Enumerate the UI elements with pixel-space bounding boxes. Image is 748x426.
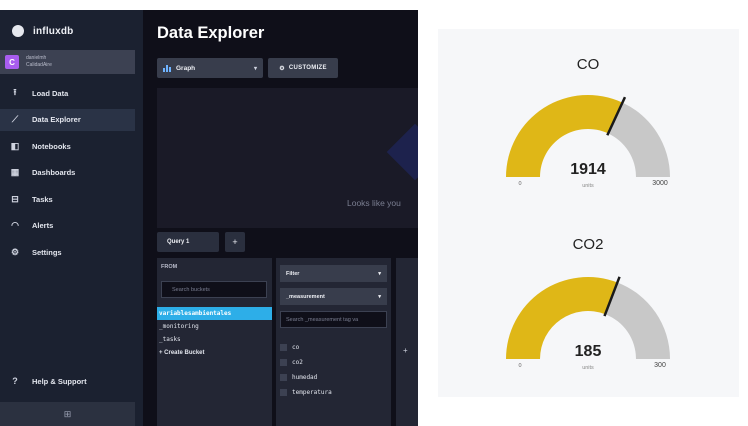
notebook-icon: ◧: [10, 140, 20, 151]
sidebar-item-dashboards[interactable]: ▦ Dashboards: [0, 162, 135, 184]
gear-icon: ⚙: [279, 65, 285, 72]
empty-graph-illustration: [386, 123, 418, 181]
checkbox[interactable]: [280, 389, 287, 396]
tag-label: co2: [292, 359, 303, 366]
sidebar-item-load-data[interactable]: ⭱ Load Data: [0, 82, 135, 104]
upload-icon: ⭱: [13, 87, 17, 97]
tab-query-1[interactable]: Query 1: [157, 232, 219, 252]
from-label: FROM: [161, 264, 178, 270]
from-panel: FROM Search buckets variablesambientales…: [157, 258, 272, 426]
gauge-remaining-arc: [605, 282, 670, 359]
tag-list: co co2 humedad temperatura: [280, 340, 387, 400]
sidebar-item-data-explorer[interactable]: ⟋ Data Explorer: [0, 108, 135, 131]
sidebar-item-tasks[interactable]: ⊟ Tasks: [0, 188, 135, 210]
sidebar-item-notebooks[interactable]: ◧ Notebooks: [0, 135, 135, 157]
org-user: danielmh: [26, 55, 47, 61]
dashboard-icon: ▦: [10, 167, 20, 177]
collapse-icon: ⊞: [63, 408, 72, 419]
sidebar-item-alerts[interactable]: ◠ Alerts: [0, 215, 135, 237]
add-filter-button[interactable]: +: [403, 346, 408, 355]
sidebar-item-label: Notebooks: [32, 141, 71, 151]
graph-area: Looks like you: [157, 88, 418, 228]
empty-graph-message: Looks like you: [347, 198, 401, 208]
tag-item[interactable]: co2: [280, 355, 387, 370]
calendar-icon: ⊟: [11, 193, 19, 204]
sidebar-nav: ⭱ Load Data ⟋ Data Explorer ◧ Notebooks ▦ Dashb…: [0, 82, 135, 268]
influxdb-window: influxdb C danielmh CalidadAire ⭱ Load Da…: [0, 10, 418, 426]
visualization-type-dropdown[interactable]: Graph ▾: [157, 58, 263, 78]
gauge-min-label: 0: [518, 363, 521, 369]
create-bucket-button[interactable]: + Create Bucket: [157, 346, 272, 359]
gauge-title: CO2: [573, 236, 604, 253]
gauge-max-label: 300: [654, 362, 666, 369]
checkbox[interactable]: [280, 359, 287, 366]
sidebar-item-label: Alerts: [32, 221, 54, 230]
gauge-co: CO 1914 units 0 3000: [506, 56, 670, 189]
screenshot-root: influxdb C danielmh CalidadAire ⭱ Load Da…: [0, 0, 748, 426]
graph-icon: ⟋: [11, 114, 19, 124]
sidebar-item-settings[interactable]: ⚙ Settings: [0, 241, 135, 263]
measurement-search-input[interactable]: Search _measurement tag va: [280, 311, 387, 328]
brand-name: influxdb: [33, 25, 74, 37]
gauge-unit: units: [582, 365, 594, 371]
gauge-value: 185: [575, 343, 602, 360]
filter-dropdown[interactable]: Filter ▾: [280, 265, 387, 282]
bucket-item[interactable]: _monitoring: [157, 320, 272, 333]
influxdb-logo-icon: [12, 25, 24, 37]
gauge-co2: CO2 185 units 0 300: [506, 236, 670, 371]
customize-button[interactable]: ⚙ CUSTOMIZE: [268, 58, 338, 78]
org-switcher[interactable]: C danielmh CalidadAire: [0, 50, 135, 74]
measurement-key-dropdown[interactable]: _measurement ▾: [280, 288, 387, 305]
gauge-panel: CO 1914 units 0 3000 CO2 185 units 0 300: [438, 29, 739, 397]
checkbox[interactable]: [280, 344, 287, 351]
sidebar-item-label: Tasks: [32, 194, 53, 204]
sidebar-item-label: Load Data: [32, 88, 69, 98]
gauge-value: 1914: [570, 161, 606, 178]
help-label: Help & Support: [32, 376, 87, 386]
sidebar-item-label: Settings: [32, 247, 62, 257]
measurement-label: _measurement: [286, 293, 325, 300]
bucket-list: variablesambientales _monitoring _tasks + C…: [157, 307, 272, 359]
org-name: CalidadAire: [26, 62, 52, 68]
filter-panel: Filter ▾ _measurement ▾ Search _measurem…: [276, 258, 391, 426]
customize-label: CUSTOMIZE: [288, 65, 327, 71]
gauge-max-label: 3000: [652, 180, 668, 187]
bucket-item[interactable]: variablesambientales: [157, 307, 272, 320]
gauge-min-label: 0: [518, 181, 521, 187]
brand[interactable]: influxdb: [12, 22, 73, 40]
sidebar-item-label: Data Explorer: [32, 115, 81, 124]
chevron-down-icon: ▾: [378, 270, 381, 277]
tag-item[interactable]: temperatura: [280, 385, 387, 400]
collapse-sidebar-button[interactable]: ⊞: [0, 402, 135, 426]
sidebar-item-label: Dashboards: [32, 168, 76, 177]
gauge-title: CO: [577, 56, 600, 73]
bucket-item[interactable]: _tasks: [157, 333, 272, 346]
checkbox[interactable]: [280, 374, 287, 381]
graph-icon: [163, 64, 171, 72]
graph-type-label: Graph: [176, 64, 196, 72]
data-explorer-main: Data Explorer Graph ▾ ⚙ CUSTOMIZE Looks …: [143, 10, 418, 426]
add-query-button[interactable]: +: [225, 232, 245, 252]
gear-icon: ⚙: [10, 246, 20, 257]
help-support-link[interactable]: ? Help & Support: [10, 376, 87, 386]
page-title: Data Explorer: [157, 24, 265, 42]
help-icon: ?: [12, 376, 18, 386]
tag-label: co: [292, 344, 300, 351]
gauge-unit: units: [582, 183, 594, 189]
gauges-svg: CO 1914 units 0 3000 CO2 185 units 0 300: [506, 56, 670, 371]
sidebar: influxdb C danielmh CalidadAire ⭱ Load Da…: [0, 10, 143, 426]
chevron-down-icon: ▾: [378, 293, 381, 300]
filter-label: Filter: [286, 270, 300, 277]
tag-label: temperatura: [292, 389, 332, 396]
tag-label: humedad: [292, 374, 318, 381]
tag-item[interactable]: co: [280, 340, 387, 355]
tag-item[interactable]: humedad: [280, 370, 387, 385]
bell-icon: ◠: [11, 220, 19, 230]
org-avatar: C: [5, 55, 19, 69]
search-buckets-input[interactable]: Search buckets: [161, 281, 267, 298]
add-filter-panel: +: [396, 258, 418, 426]
chevron-down-icon: ▾: [253, 65, 257, 72]
